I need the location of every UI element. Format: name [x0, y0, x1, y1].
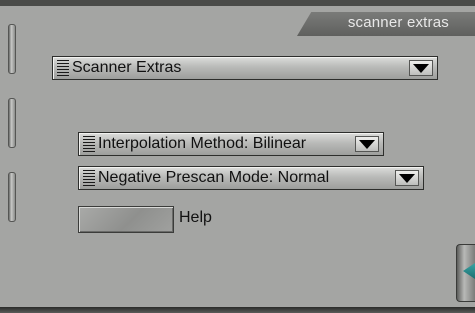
side-notch-middle	[8, 98, 16, 148]
scanner-extras-dropdown[interactable]: Scanner Extras	[52, 56, 438, 80]
chevron-down-icon[interactable]	[355, 136, 379, 152]
negative-prescan-mode-dropdown[interactable]: Negative Prescan Mode: Normal	[78, 166, 424, 190]
help-label: Help	[179, 209, 212, 226]
help-button[interactable]	[78, 206, 174, 233]
side-notch-bottom	[8, 172, 16, 222]
grip-lines-icon	[83, 136, 95, 152]
chevron-down-icon[interactable]	[395, 170, 419, 186]
interpolation-method-label: Interpolation Method: Bilinear	[98, 135, 307, 152]
grip-lines-icon	[57, 60, 69, 76]
panel-title: scanner extras	[347, 14, 449, 31]
grip-lines-icon	[83, 170, 95, 186]
chevron-down-icon[interactable]	[409, 60, 433, 76]
scanner-extras-panel: scanner extras Scanner Extras Interpolat…	[0, 0, 475, 313]
side-notch-top	[8, 24, 16, 74]
negative-prescan-mode-label: Negative Prescan Mode: Normal	[98, 169, 330, 186]
interpolation-method-dropdown[interactable]: Interpolation Method: Bilinear	[78, 132, 384, 156]
panel-title-tab: scanner extras	[297, 12, 475, 36]
scanner-extras-dropdown-label: Scanner Extras	[72, 59, 182, 76]
panel-bottom-edge	[0, 307, 475, 313]
